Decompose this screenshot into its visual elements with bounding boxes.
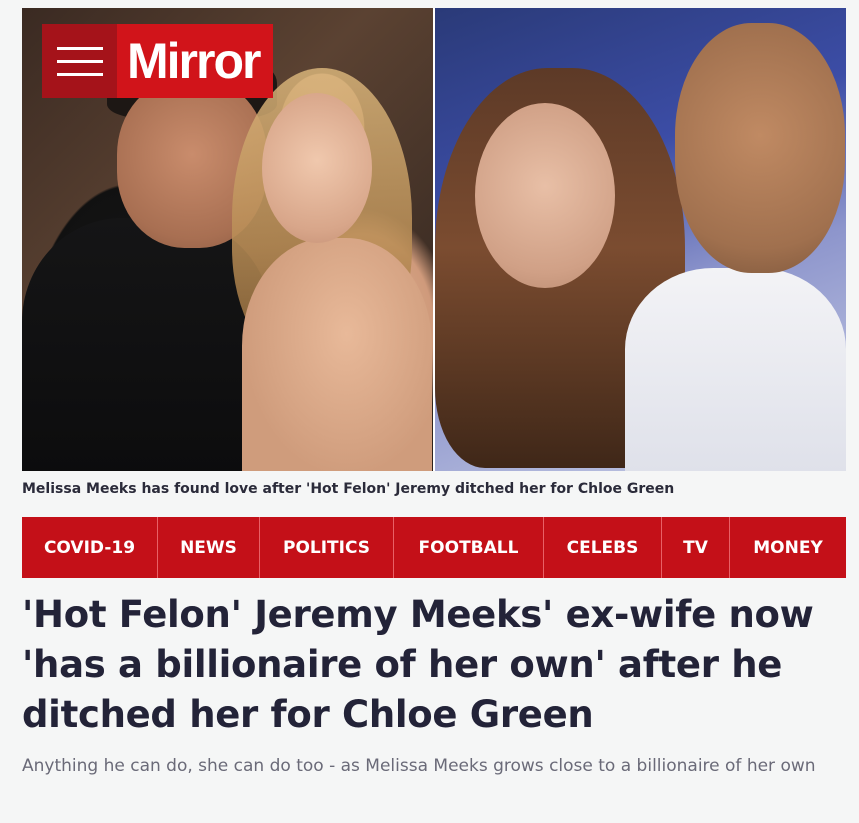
nav-item-covid-19[interactable]: COVID-19 [22,517,158,578]
nav-item-money[interactable]: MONEY [730,517,846,578]
image-caption: Melissa Meeks has found love after 'Hot … [22,481,675,497]
photo-left-woman-face [262,93,372,243]
hamburger-menu-icon[interactable] [42,24,117,98]
nav-item-celebs[interactable]: CELEBS [544,517,662,578]
nav-item-politics[interactable]: POLITICS [260,517,394,578]
photo-right-man-face [675,23,845,273]
photo-right-woman-face [475,103,615,288]
photo-left-woman-body [242,238,432,471]
section-nav: COVID-19 NEWS POLITICS FOOTBALL CELEBS T… [22,517,846,578]
nav-item-football[interactable]: FOOTBALL [394,517,544,578]
nav-item-news[interactable]: NEWS [158,517,260,578]
article-standfirst: Anything he can do, she can do too - as … [22,756,816,776]
site-logo[interactable]: Mirror [42,24,274,98]
photo-right-man-body [625,268,846,471]
article-headline: 'Hot Felon' Jeremy Meeks' ex-wife now 'h… [22,593,814,736]
hero-photo-right [435,8,846,471]
nav-item-tv[interactable]: TV [662,517,730,578]
brand-wordmark[interactable]: Mirror [117,24,274,98]
